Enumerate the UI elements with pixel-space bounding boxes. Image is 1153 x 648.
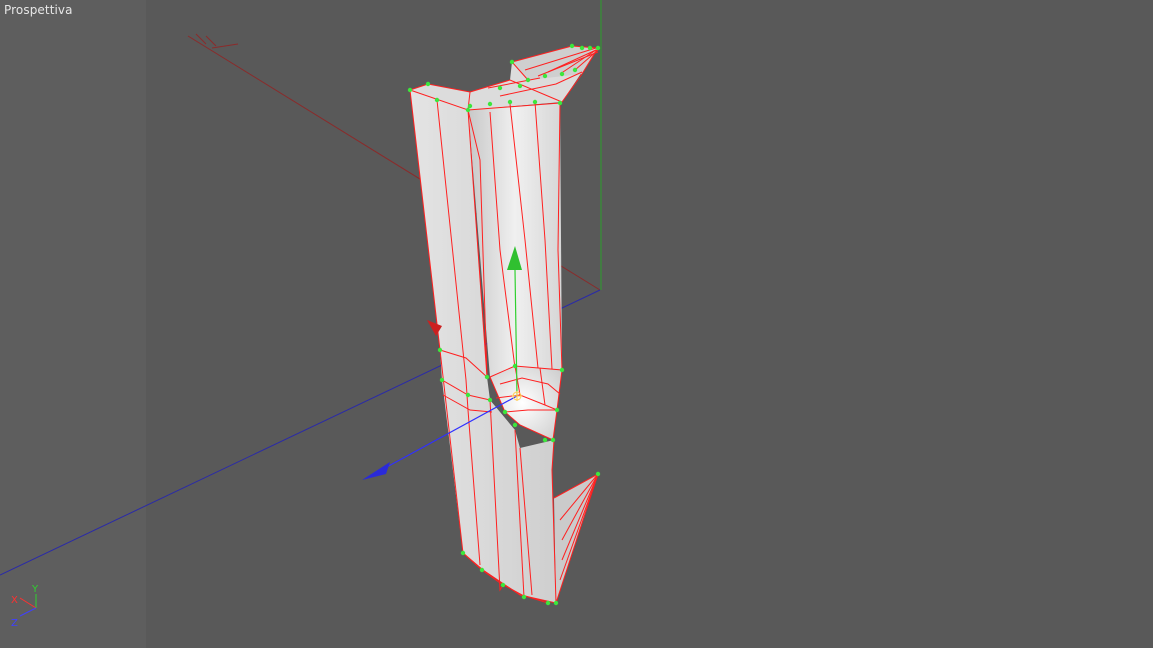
indicator-z-line: [19, 607, 37, 617]
indicator-z-label: Z: [11, 618, 18, 629]
indicator-x-line: [19, 597, 37, 609]
perspective-viewport[interactable]: Y X Z Prospettiva: [0, 0, 1153, 648]
axis-indicator-icon: Y X Z: [11, 584, 39, 629]
viewport-title: Prospettiva: [4, 3, 73, 17]
world-x-mark: [195, 33, 207, 45]
indicator-y-label: Y: [31, 584, 39, 595]
indicator-x-label: X: [11, 595, 18, 606]
scene-canvas[interactable]: Y X Z: [0, 0, 1153, 648]
gizmo-z-arrow[interactable]: [362, 462, 390, 480]
world-x-mark: [205, 35, 217, 47]
